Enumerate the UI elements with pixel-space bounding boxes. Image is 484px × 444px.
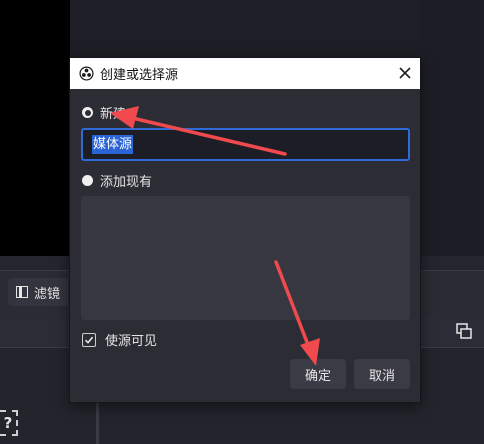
checkbox-checked-icon (82, 332, 96, 347)
preview-canvas (0, 0, 70, 256)
filters-button[interactable]: 滤镜 (8, 278, 69, 306)
dialog-title: 创建或选择源 (100, 68, 179, 83)
radio-unchecked-icon (82, 175, 93, 186)
panel-divider (0, 256, 70, 270)
make-visible-checkbox[interactable]: 使源可见 (82, 330, 157, 349)
cancel-label: 取消 (368, 368, 395, 384)
filters-label: 滤镜 (34, 286, 61, 302)
dialog-titlebar: 创建或选择源 (70, 58, 420, 89)
filters-icon (16, 286, 28, 298)
radio-existing-label: 添加现有 (100, 175, 153, 190)
help-icon[interactable]: ? (0, 410, 18, 436)
radio-checked-icon (82, 107, 93, 118)
obs-logo-icon (79, 66, 94, 81)
right-panel (420, 0, 484, 270)
create-source-dialog: 创建或选择源 新建 媒体源 添加现有 使源可见 确定 取消 (70, 58, 420, 402)
existing-sources-list[interactable] (81, 196, 410, 320)
close-icon[interactable] (398, 66, 412, 80)
source-name-value: 媒体源 (92, 135, 134, 154)
radio-add-existing[interactable]: 添加现有 (82, 171, 152, 190)
ok-label: 确定 (304, 368, 331, 384)
source-name-input[interactable]: 媒体源 (81, 128, 410, 161)
panel-divider-right (420, 256, 484, 270)
make-visible-label: 使源可见 (105, 334, 158, 349)
dock-float-icon[interactable] (456, 323, 472, 339)
radio-new-source[interactable]: 新建 (82, 103, 126, 122)
radio-new-label: 新建 (100, 107, 127, 122)
cancel-button[interactable]: 取消 (354, 359, 410, 389)
ok-button[interactable]: 确定 (290, 359, 346, 389)
